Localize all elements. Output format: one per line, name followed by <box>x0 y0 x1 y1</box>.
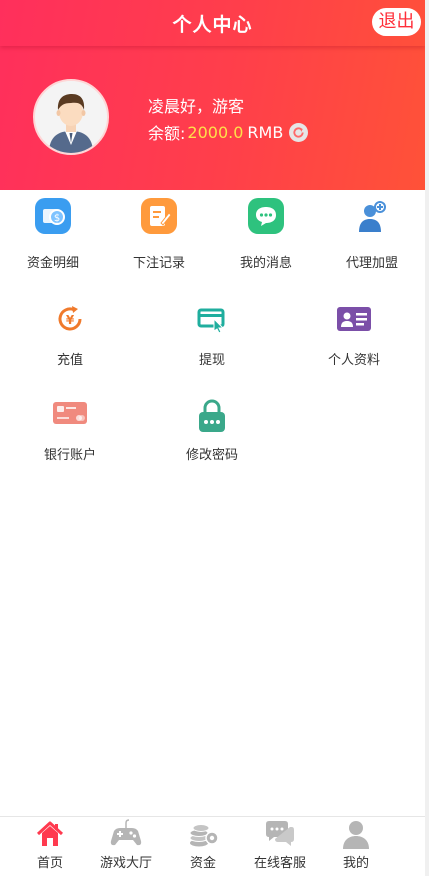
user-icon <box>343 821 369 849</box>
menu-label: 资金明细 <box>26 256 79 271</box>
lock-icon <box>199 399 225 432</box>
menu-item-withdraw[interactable]: 提现 <box>172 303 252 368</box>
svg-text:¥: ¥ <box>66 313 75 327</box>
profile-card-icon <box>337 307 371 331</box>
bottom-tab-bar: 首页 游戏大厅 资金 在线客服 我的 <box>0 816 425 876</box>
scrollbar[interactable] <box>425 0 429 876</box>
user-avatar-icon <box>35 81 107 153</box>
balance-label: 余额: <box>148 124 186 143</box>
menu-label: 提现 <box>198 353 225 368</box>
tab-online-service[interactable]: 在线客服 <box>240 817 320 871</box>
balance-value: 2000.0 <box>187 122 244 142</box>
tab-funds[interactable]: 资金 <box>163 817 243 871</box>
menu-label: 个人资料 <box>327 353 380 368</box>
menu-label: 代理加盟 <box>345 256 398 271</box>
menu-item-recharge[interactable]: ¥ 充值 <box>30 303 110 368</box>
menu-label: 修改密码 <box>185 448 238 463</box>
home-icon <box>36 821 64 846</box>
balance-unit: RMB <box>247 122 284 142</box>
logout-button[interactable]: 退出 <box>372 8 421 36</box>
menu-item-agent-join[interactable]: 代理加盟 <box>332 198 412 271</box>
menu-label: 银行账户 <box>43 448 96 463</box>
menu-item-bet-record[interactable]: 下注记录 <box>119 198 199 271</box>
recharge-icon: ¥ <box>58 306 82 331</box>
bet-record-icon <box>141 198 177 234</box>
svg-text:$: $ <box>54 213 60 224</box>
tab-label: 资金 <box>189 856 216 871</box>
menu-item-profile[interactable]: 个人资料 <box>314 303 394 368</box>
tab-label: 我的 <box>342 856 369 871</box>
menu-item-messages[interactable]: 我的消息 <box>226 198 306 271</box>
tab-label: 首页 <box>36 856 63 871</box>
top-bar: 个人中心 退出 <box>0 0 425 46</box>
tab-home[interactable]: 首页 <box>10 817 90 871</box>
profile-header: 个人中心 退出 凌晨好，游客 余额: 2000.0 RMB <box>0 0 425 190</box>
page-title: 个人中心 <box>172 14 253 36</box>
withdraw-icon <box>197 308 225 334</box>
coins-icon <box>189 824 219 847</box>
balance-row: 余额: 2000.0 RMB <box>148 120 309 144</box>
menu-item-bank-account[interactable]: 银行账户 <box>30 398 110 463</box>
bank-card-icon <box>53 402 87 424</box>
tab-label: 在线客服 <box>253 856 306 871</box>
menu-label: 下注记录 <box>132 256 185 271</box>
agent-join-icon <box>359 201 386 232</box>
avatar <box>33 79 109 155</box>
tab-label: 游戏大厅 <box>99 856 152 871</box>
tab-game-hall[interactable]: 游戏大厅 <box>86 817 166 871</box>
menu-label: 我的消息 <box>239 256 292 271</box>
message-icon <box>248 198 284 234</box>
chat-icon <box>266 821 294 846</box>
menu-item-fund-detail[interactable]: $ 资金明细 <box>13 198 93 271</box>
tab-mine[interactable]: 我的 <box>316 817 396 871</box>
menu-label: 充值 <box>56 353 83 368</box>
greeting-text: 凌晨好，游客 <box>148 97 245 116</box>
fund-detail-icon: $ <box>35 198 71 234</box>
personal-center-page: 个人中心 退出 凌晨好，游客 余额: 2000.0 RMB $ 资金明细 下注记… <box>0 0 425 876</box>
refresh-icon[interactable] <box>289 122 309 142</box>
menu-item-change-password[interactable]: 修改密码 <box>172 398 252 463</box>
gamepad-icon <box>110 819 142 846</box>
